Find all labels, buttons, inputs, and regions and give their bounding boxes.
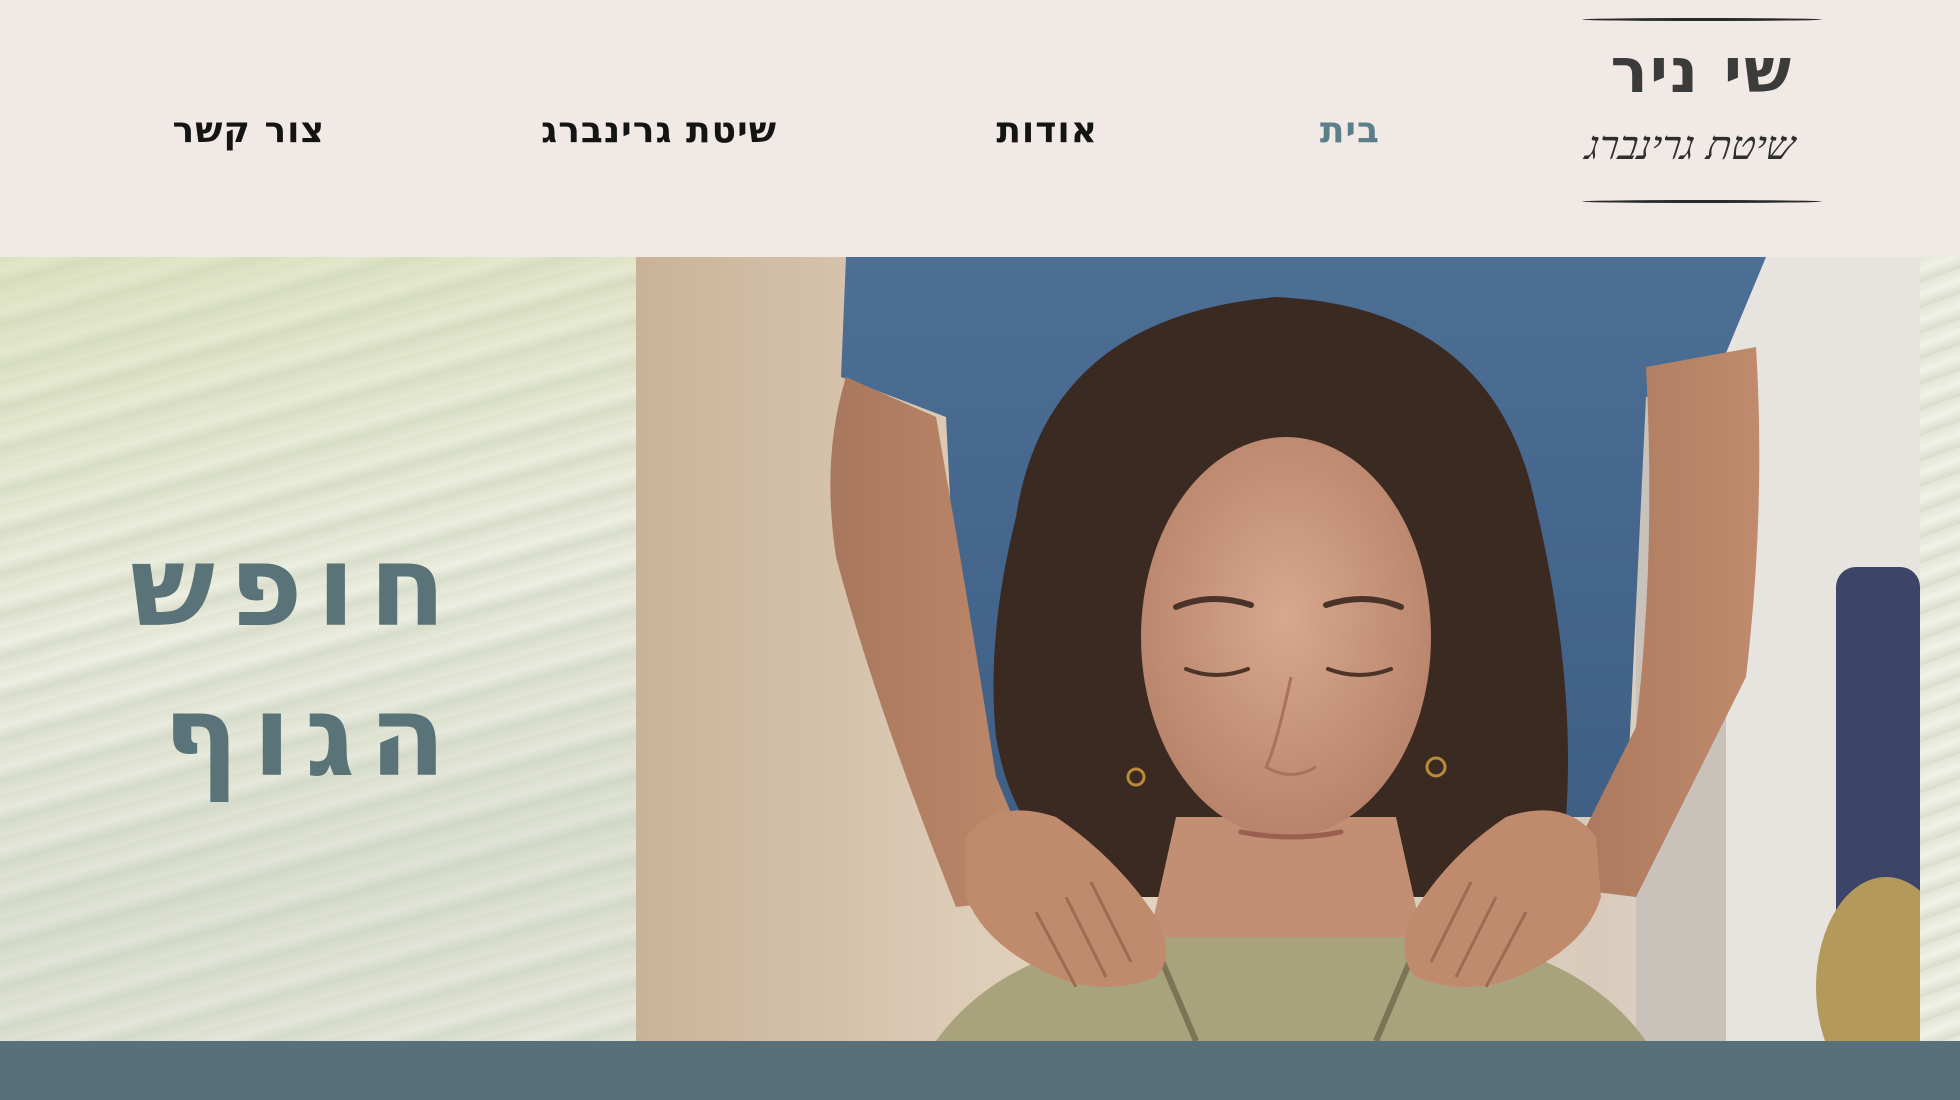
site-logo[interactable]: שי ניר שיטת גרינברג [1580,16,1825,210]
nav-item-greenberg-method[interactable]: שיטת גרינברג [541,110,777,151]
hero-section: חופש הגוף [0,257,1960,1041]
nav-item-contact[interactable]: צור קשר [172,110,325,151]
hero-background-strip [1920,257,1960,1041]
hero-tagline: חופש הגוף [130,512,460,812]
logo-bottom-rule [1582,200,1822,203]
logo-tagline: שיטת גרינברג [1583,123,1799,169]
logo-name: שי ניר [1610,34,1793,107]
nav-item-home[interactable]: בית [1320,110,1380,151]
hero-tagline-line-2: הגוף [162,672,460,802]
site-header: שי ניר שיטת גרינברג בית אודות שיטת גרינב… [0,0,1960,257]
logo-top-rule [1582,18,1822,21]
intro-band: ... [0,1041,1960,1100]
hero-photo [636,257,1920,1041]
nav-item-about[interactable]: אודות [996,110,1098,151]
hero-tagline-line-1: חופש [130,522,460,652]
hero-photo-illustration [636,257,1920,1041]
intro-band-text: ... [0,1081,1960,1100]
